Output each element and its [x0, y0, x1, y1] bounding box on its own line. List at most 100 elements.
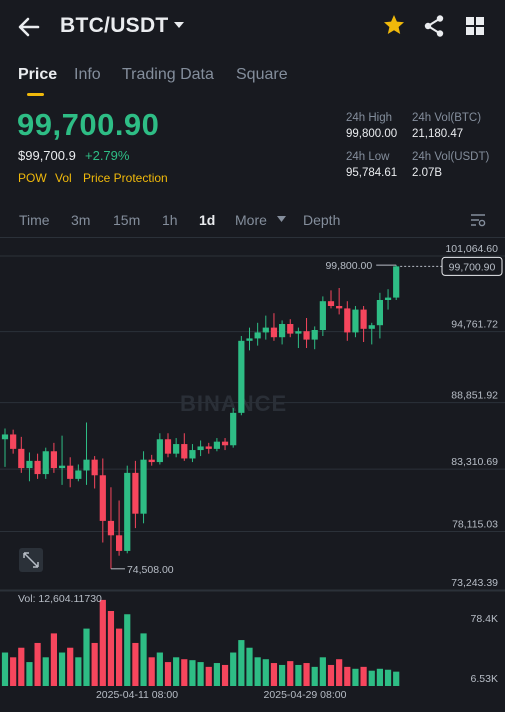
stat-vol-btc-label: 24h Vol(BTC)	[412, 112, 482, 124]
last-price: 99,700.90	[17, 107, 160, 142]
price-change: +2.79%	[85, 148, 130, 163]
candle-body	[132, 472, 139, 514]
tag-price-protection[interactable]: Price Protection	[83, 171, 168, 185]
candle-body	[197, 446, 204, 451]
volume-bar	[173, 657, 180, 686]
candle-body	[75, 470, 82, 479]
volume-bar	[197, 662, 204, 686]
volume-bar	[311, 666, 318, 686]
candle-body	[368, 325, 375, 329]
candle-body	[246, 338, 253, 341]
candle-body	[238, 340, 245, 413]
candle-body	[270, 327, 278, 338]
volume-bar	[238, 640, 245, 686]
volume-bar	[50, 633, 57, 686]
candle-body	[230, 412, 237, 446]
candle-body	[140, 459, 147, 514]
candle-body	[107, 520, 115, 536]
volume-bar	[287, 661, 294, 686]
volume-bar	[352, 668, 359, 686]
candle-body	[67, 465, 74, 479]
candle-body	[34, 460, 41, 475]
volume-bar	[124, 614, 131, 686]
interval-depth[interactable]: Depth	[303, 212, 340, 228]
interval-more[interactable]: More	[235, 212, 267, 228]
volume-bar	[156, 652, 163, 686]
tag-vol[interactable]: Vol	[55, 171, 72, 185]
low-marker-label: 74,508.00	[127, 564, 174, 576]
volume-bar	[327, 664, 335, 686]
volume-bar	[164, 662, 172, 686]
volume-bar	[132, 642, 139, 686]
stat-vol-usdt-label: 24h Vol(USDT)	[412, 151, 490, 163]
y-tick-label: 101,064.60	[445, 243, 498, 255]
tab-trading-data[interactable]: Trading Data	[122, 66, 214, 84]
volume-bar	[99, 599, 106, 686]
volume-bar	[189, 660, 196, 686]
volume-bar	[116, 628, 123, 686]
grid-icon[interactable]	[465, 16, 485, 36]
volume-bar	[58, 652, 66, 686]
interval-15m[interactable]: 15m	[113, 212, 140, 228]
interval-3m[interactable]: 3m	[71, 212, 90, 228]
volume-bar	[344, 666, 351, 686]
interval-1h[interactable]: 1h	[162, 212, 178, 228]
candle-body	[50, 451, 57, 469]
volume-bar	[42, 657, 49, 686]
stat-vol-btc-value: 21,180.47	[412, 128, 464, 140]
tab-info[interactable]: Info	[74, 66, 101, 84]
candle-body	[376, 299, 383, 326]
candle-body	[393, 266, 400, 298]
interval-1d[interactable]: 1d	[199, 212, 215, 228]
candle-body	[10, 434, 17, 449]
volume-label: Vol: 12,604.11730	[18, 593, 102, 605]
candle-body	[83, 459, 90, 471]
interval-bar: Time 3m 15m 1h 1d More Depth	[0, 204, 505, 236]
tag-pow[interactable]: POW	[18, 171, 47, 185]
candle-body	[205, 446, 212, 449]
x-tick-label: 2025-04-11 08:00	[96, 689, 178, 701]
tab-price[interactable]: Price	[18, 66, 57, 84]
volume-bar	[205, 666, 212, 686]
candlestick-chart[interactable]: BINANCE 101,064.6094,761.7288,851.9283,3…	[0, 238, 505, 712]
candle-body	[352, 309, 359, 333]
volume-bar	[148, 657, 155, 686]
volume-bar	[18, 647, 25, 686]
star-icon[interactable]	[382, 13, 406, 37]
volume-bar	[384, 669, 392, 686]
volume-bar	[270, 663, 278, 686]
stat-high-label: 24h High	[346, 112, 393, 124]
pair-title[interactable]: BTC/USDT	[60, 14, 169, 38]
candle-body	[303, 331, 310, 340]
volume-bar	[393, 671, 400, 686]
volume-bar	[91, 642, 98, 686]
y-tick-label: 94,761.72	[451, 319, 498, 331]
candle-body	[181, 444, 188, 459]
chart-settings-icon[interactable]	[470, 212, 486, 228]
candle-body	[327, 301, 335, 306]
top-bar: BTC/USDT	[0, 0, 505, 52]
fullscreen-icon[interactable]	[19, 548, 43, 572]
candle-body	[116, 535, 123, 551]
candle-body	[279, 324, 286, 338]
volume-bar	[336, 659, 343, 686]
x-tick-label: 2025-04-29 08:00	[264, 689, 347, 701]
high-marker-label: 99,800.00	[325, 260, 372, 272]
chevron-down-icon[interactable]	[172, 20, 186, 30]
volume-bar	[83, 628, 90, 686]
tab-square[interactable]: Square	[236, 66, 288, 84]
last-price-label: 99,700.90	[449, 261, 496, 273]
back-arrow-icon[interactable]	[16, 14, 42, 40]
stat-high-value: 99,800.00	[346, 128, 398, 140]
volume-min-label: 6.53K	[471, 673, 498, 685]
candle-body	[344, 308, 351, 333]
more-chevron-icon[interactable]	[277, 216, 286, 222]
interval-time[interactable]: Time	[19, 212, 50, 228]
volume-bar	[26, 662, 33, 686]
candle-body	[26, 460, 33, 469]
volume-bar	[181, 659, 188, 686]
volume-bar	[254, 657, 261, 686]
tab-bar: Price Info Trading Data Square	[0, 60, 505, 100]
volume-bar	[34, 642, 41, 686]
share-icon[interactable]	[423, 14, 445, 38]
